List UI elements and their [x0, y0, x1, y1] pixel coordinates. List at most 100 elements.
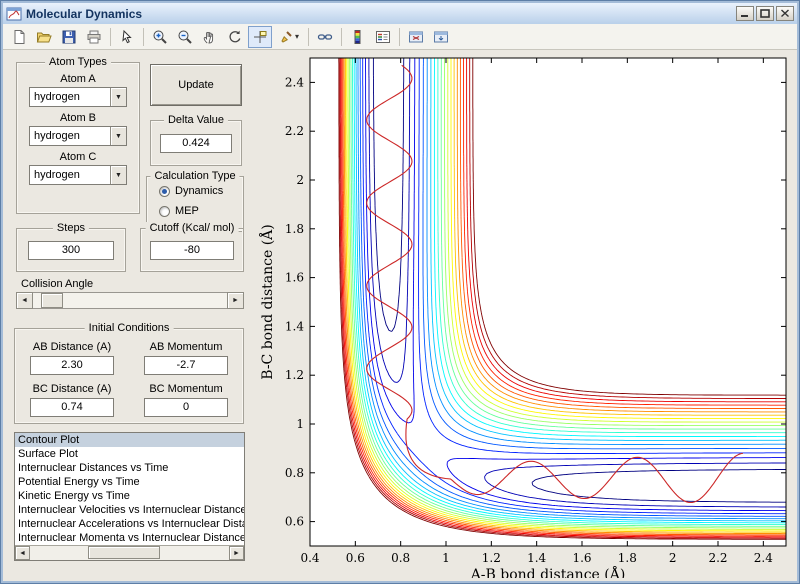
zoom-in-button[interactable] — [148, 26, 172, 48]
pan-button[interactable] — [198, 26, 222, 48]
ab-momentum-input[interactable]: -2.7 — [144, 356, 228, 375]
chevron-down-icon[interactable]: ▼ — [110, 127, 126, 145]
listbox-scroll-track[interactable] — [30, 546, 229, 560]
y-tick-label: 2 — [296, 173, 304, 187]
listbox-horizontal-scrollbar[interactable]: ◄ ► — [15, 545, 244, 560]
brush-button[interactable]: ▾ — [273, 26, 304, 48]
toolbar-separator — [143, 28, 144, 46]
atom-a-dropdown[interactable]: hydrogen ▼ — [29, 87, 127, 107]
atom-b-dropdown[interactable]: hydrogen ▼ — [29, 126, 127, 146]
open-file-button[interactable] — [32, 26, 56, 48]
radio-mep[interactable]: MEP — [159, 205, 243, 217]
bc-momentum-input[interactable]: 0 — [144, 398, 228, 417]
list-item[interactable]: Potential Energy vs Time — [15, 475, 244, 489]
atom-c-dropdown[interactable]: hydrogen ▼ — [29, 165, 127, 185]
new-figure-button[interactable] — [7, 26, 31, 48]
x-tick-label: 1.6 — [572, 551, 591, 565]
print-figure-button[interactable] — [82, 26, 106, 48]
rotate-3d-button[interactable] — [223, 26, 247, 48]
app-window: Molecular Dynamics ▾ Atom Types Atom A h… — [0, 0, 800, 584]
slider-thumb[interactable] — [41, 293, 63, 308]
list-item[interactable]: Internuclear Accelerations vs Internucle… — [15, 517, 244, 531]
ab-distance-label: AB Distance (A) — [15, 341, 129, 353]
close-button[interactable] — [776, 6, 794, 21]
dock-figure-icon — [433, 29, 449, 45]
save-figure-icon — [61, 29, 77, 45]
listbox-scroll-left-icon[interactable]: ◄ — [15, 546, 30, 560]
list-item[interactable]: Surface Plot — [15, 447, 244, 461]
delta-value-input[interactable]: 0.424 — [160, 134, 232, 153]
zoom-out-button[interactable] — [173, 26, 197, 48]
cutoff-input[interactable]: -80 — [150, 241, 234, 260]
new-figure-icon — [11, 29, 27, 45]
slider-track[interactable] — [33, 292, 227, 309]
brush-dropdown-icon[interactable]: ▾ — [295, 32, 299, 41]
x-tick-label: 0.4 — [300, 551, 319, 565]
chevron-down-icon[interactable]: ▼ — [110, 166, 126, 184]
ab-distance-input[interactable]: 2.30 — [30, 356, 114, 375]
y-tick-label: 0.6 — [285, 515, 304, 529]
window-title: Molecular Dynamics — [26, 7, 732, 21]
collision-angle-label: Collision Angle — [21, 278, 93, 290]
y-tick-label: 1.6 — [285, 271, 304, 285]
plot-type-listbox[interactable]: Contour PlotSurface PlotInternuclear Dis… — [14, 432, 245, 561]
rotate-3d-icon — [227, 29, 243, 45]
radio-dynamics-label: Dynamics — [175, 185, 223, 197]
open-file-icon — [36, 29, 52, 45]
link-plot-button[interactable] — [313, 26, 337, 48]
slider-left-arrow-icon[interactable]: ◄ — [16, 292, 33, 309]
y-tick-label: 2.4 — [285, 75, 304, 89]
ab-momentum-label: AB Momentum — [129, 341, 243, 353]
x-tick-label: 1.2 — [482, 551, 501, 565]
print-figure-icon — [86, 29, 102, 45]
initial-conditions-title: Initial Conditions — [85, 322, 174, 334]
bc-distance-input[interactable]: 0.74 — [30, 398, 114, 417]
x-tick-label: 0.6 — [346, 551, 365, 565]
x-tick-label: 0.8 — [391, 551, 410, 565]
insert-colorbar-button[interactable] — [346, 26, 370, 48]
hide-plot-tools-button[interactable] — [404, 26, 428, 48]
steps-panel: Steps 300 — [16, 228, 126, 272]
list-item[interactable]: Internuclear Velocities vs Internuclear … — [15, 503, 244, 517]
list-item[interactable]: Internuclear Momenta vs Internuclear Dis… — [15, 531, 244, 545]
slider-right-arrow-icon[interactable]: ► — [227, 292, 244, 309]
chevron-down-icon[interactable]: ▼ — [110, 88, 126, 106]
contour-plot[interactable]: 0.40.60.811.21.41.61.822.22.40.60.811.21… — [258, 50, 798, 578]
initial-conditions-panel: Initial Conditions AB Distance (A) 2.30 … — [14, 328, 244, 424]
data-cursor-button[interactable] — [248, 26, 272, 48]
cutoff-title: Cutoff (Kcal/ mol) — [146, 222, 239, 234]
x-tick-label: 1 — [442, 551, 450, 565]
y-tick-label: 0.8 — [285, 466, 304, 480]
dock-figure-button[interactable] — [429, 26, 453, 48]
steps-input[interactable]: 300 — [28, 241, 114, 260]
x-axis-label: A-B bond distance (Å) — [470, 565, 626, 578]
atom-a-value: hydrogen — [30, 88, 110, 106]
collision-angle-slider[interactable]: ◄ ► — [16, 292, 244, 309]
y-axis-label: B-C bond distance (Å) — [258, 224, 276, 379]
list-item[interactable]: Internuclear Distances vs Time — [15, 461, 244, 475]
toolbar-separator — [308, 28, 309, 46]
app-icon — [6, 6, 22, 22]
link-plot-icon — [317, 29, 333, 45]
y-tick-label: 1 — [296, 417, 304, 431]
update-button[interactable]: Update — [150, 64, 242, 106]
bc-momentum-label: BC Momentum — [129, 383, 243, 395]
save-figure-button[interactable] — [57, 26, 81, 48]
hide-plot-tools-icon — [408, 29, 424, 45]
toolbar-separator — [341, 28, 342, 46]
listbox-scroll-thumb[interactable] — [88, 546, 160, 559]
title-bar[interactable]: Molecular Dynamics — [3, 3, 797, 24]
minimize-button[interactable] — [736, 6, 754, 21]
radio-dynamics[interactable]: Dynamics — [159, 185, 243, 197]
toolbar-separator — [110, 28, 111, 46]
list-item[interactable]: Kinetic Energy vs Time — [15, 489, 244, 503]
figure-client-area: Atom Types Atom A hydrogen ▼ Atom B hydr… — [3, 50, 797, 581]
x-tick-label: 1.4 — [527, 551, 546, 565]
list-item[interactable]: Contour Plot — [15, 433, 244, 447]
x-tick-label: 1.8 — [618, 551, 637, 565]
maximize-button[interactable] — [756, 6, 774, 21]
edit-plot-button[interactable] — [115, 26, 139, 48]
insert-legend-button[interactable] — [371, 26, 395, 48]
delta-value-title: Delta Value — [164, 114, 228, 126]
listbox-scroll-right-icon[interactable]: ► — [229, 546, 244, 560]
